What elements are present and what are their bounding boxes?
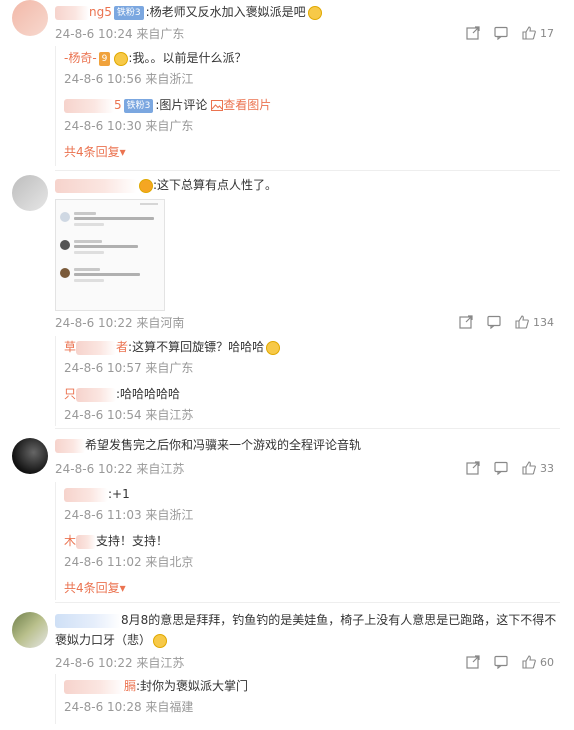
username[interactable] — [55, 178, 137, 193]
like-icon — [522, 655, 536, 669]
reply-text: 支持！支持！ — [96, 534, 169, 548]
comment-item: 8月8的意思是拜拜，钓鱼钓的是美娃鱼，椅子上没有人意思是已跑路，这下不得不 褒姒… — [0, 606, 574, 730]
avatar[interactable] — [12, 438, 48, 474]
chevron-down-icon: ▾ — [119, 145, 126, 159]
chevron-down-icon: ▾ — [119, 581, 126, 595]
share-button[interactable] — [466, 461, 480, 475]
comment-item: 希望发售完之后你和冯骥来一个游戏的全程评论音轨 24-8-6 10:22 来自江… — [0, 432, 574, 602]
comment-text-cont: 褒姒力口牙（悲） — [55, 633, 152, 647]
comment-meta: 24-8-6 10:22 来自江苏 — [55, 656, 185, 670]
comment-image-thumbnail[interactable] — [55, 199, 165, 311]
like-icon — [522, 26, 536, 40]
reply-meta: 24-8-6 10:57 来自广东 — [64, 361, 194, 375]
comment-text: 8月8的意思是拜拜，钓鱼钓的是美娃鱼，椅子上没有人意思是已跑路，这下不得不 — [121, 613, 557, 627]
divider — [55, 428, 560, 429]
comment-button[interactable] — [487, 315, 501, 329]
like-count: 17 — [540, 26, 554, 40]
view-image-link[interactable]: 查看图片 — [211, 98, 271, 112]
comment-button[interactable] — [494, 26, 508, 40]
like-count: 33 — [540, 461, 554, 475]
emoji-icon — [114, 51, 129, 66]
reply-text: :这算不算回旋镖？哈哈哈 — [128, 340, 265, 354]
comment-button[interactable] — [494, 655, 508, 669]
comment-icon — [494, 655, 508, 669]
comment-text: :这下总算有点人性了。 — [153, 178, 278, 192]
comment-button[interactable] — [494, 461, 508, 475]
share-icon — [466, 461, 480, 475]
comment-meta: 24-8-6 10:22 来自河南 — [55, 316, 185, 330]
username[interactable] — [55, 438, 85, 453]
reply-username[interactable]: 草者 — [64, 340, 128, 355]
like-button[interactable]: 17 — [522, 26, 554, 40]
comment-item: ng5 铁粉3:杨老师又反水加入褒姒派是吧 24-8-6 10:24 来自广东 1… — [0, 0, 574, 170]
more-replies-link[interactable]: 共4条回复▾ — [64, 143, 126, 161]
emoji-icon — [266, 340, 281, 355]
avatar[interactable] — [12, 612, 48, 648]
avatar[interactable] — [12, 175, 48, 211]
username[interactable]: ng5 — [55, 5, 112, 20]
reply-username[interactable]: 膈 — [64, 679, 136, 694]
comment-icon — [494, 461, 508, 475]
like-button[interactable]: 134 — [515, 315, 554, 329]
like-button[interactable]: 60 — [522, 655, 554, 669]
share-button[interactable] — [466, 26, 480, 40]
reply-meta: 24-8-6 11:03 来自浙江 — [64, 508, 194, 522]
share-icon — [466, 26, 480, 40]
reply-text: :我。。以前是什么派？ — [128, 51, 247, 65]
reply-text: :封你为褒姒派大掌门 — [136, 679, 249, 693]
reply-text: :图片评论 — [155, 98, 208, 112]
reply-text: :哈哈哈哈哈 — [116, 387, 181, 401]
like-button[interactable]: 33 — [522, 461, 554, 475]
divider — [55, 602, 560, 603]
reply-username[interactable]: -杨奇- — [64, 51, 97, 65]
reply-meta: 24-8-6 10:54 来自江苏 — [64, 408, 194, 422]
share-icon — [459, 315, 473, 329]
comment-icon — [494, 26, 508, 40]
reply-username[interactable] — [64, 487, 108, 502]
comment-text: 希望发售完之后你和冯骥来一个游戏的全程评论音轨 — [85, 438, 362, 452]
share-icon — [466, 655, 480, 669]
comment-meta: 24-8-6 10:22 来自江苏 — [55, 462, 185, 476]
like-icon — [515, 315, 529, 329]
fan-badge: 铁粉3 — [123, 98, 154, 113]
comment-icon — [487, 315, 501, 329]
image-icon — [211, 100, 224, 111]
emoji-icon — [139, 178, 153, 193]
comment-text: :杨老师又反水加入褒姒派是吧 — [145, 5, 306, 19]
like-icon — [522, 461, 536, 475]
reply-meta: 24-8-6 10:30 来自广东 — [64, 119, 194, 133]
more-replies-link[interactable]: 共4条回复▾ — [64, 579, 126, 597]
reply-text: :+1 — [108, 487, 130, 501]
reply-meta: 24-8-6 11:02 来自北京 — [64, 555, 194, 569]
fan-badge: 铁粉3 — [113, 5, 144, 20]
comment-meta: 24-8-6 10:24 来自广东 — [55, 27, 185, 41]
emoji-icon — [307, 5, 322, 20]
vip-badge: 9 — [98, 51, 111, 66]
username[interactable] — [55, 613, 121, 628]
reply-username[interactable]: 木 — [64, 534, 97, 549]
reply-username[interactable]: 5 — [64, 98, 122, 113]
share-button[interactable] — [459, 315, 473, 329]
like-count: 60 — [540, 655, 554, 669]
reply-username[interactable]: 只 — [64, 387, 117, 402]
share-button[interactable] — [466, 655, 480, 669]
reply-meta: 24-8-6 10:56 来自浙江 — [64, 72, 194, 86]
emoji-icon — [153, 633, 168, 648]
divider — [55, 170, 560, 171]
reply-meta: 24-8-6 10:28 来自福建 — [64, 700, 194, 714]
like-count: 134 — [533, 315, 554, 329]
avatar[interactable] — [12, 0, 48, 36]
